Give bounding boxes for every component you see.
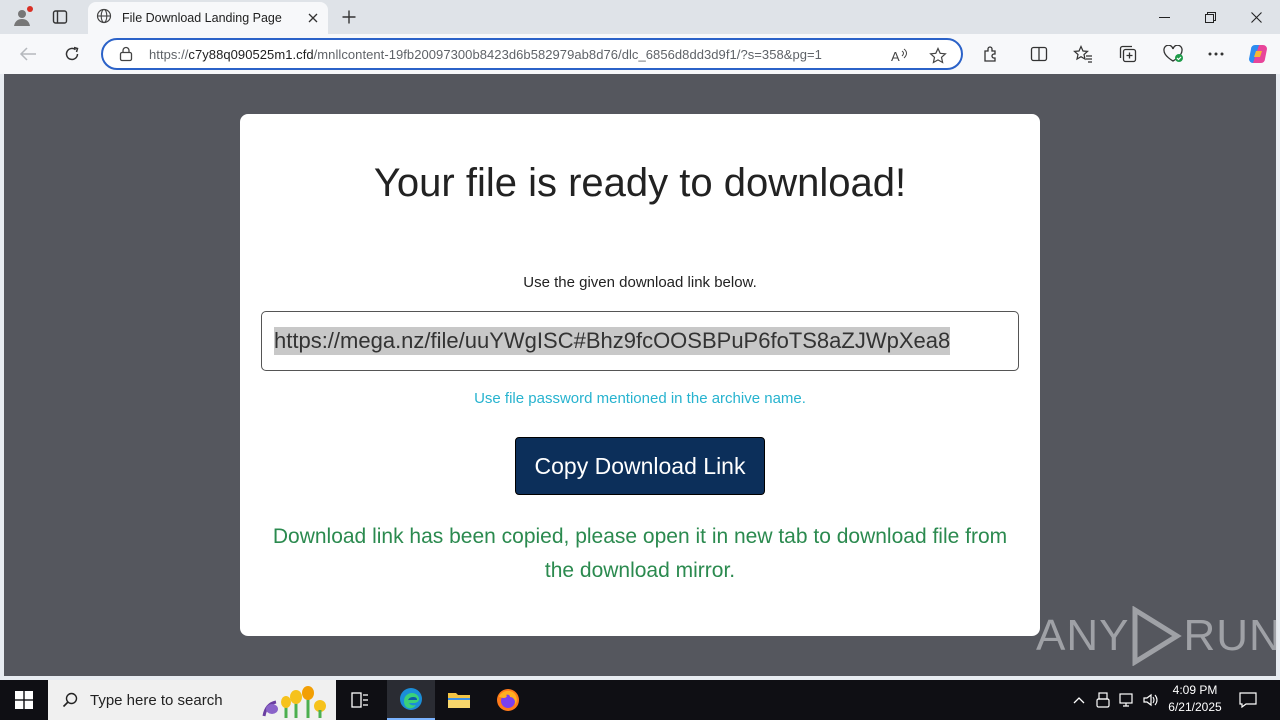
url-scheme: https:// [149,47,189,62]
active-tab[interactable]: File Download Landing Page [88,2,328,34]
copied-status-message: Download link has been copied, please op… [272,525,1008,582]
back-icon[interactable] [13,40,43,68]
page-title: Your file is ready to download! [373,161,907,205]
tab-actions-icon[interactable] [47,5,73,29]
globe-icon [96,8,112,29]
minimize-icon[interactable] [1141,0,1187,34]
firefox-icon[interactable] [484,680,532,720]
download-link-value[interactable]: https://mega.nz/file/uuYWgISC#Bhz9fcOOSB… [274,327,951,355]
split-screen-icon[interactable] [1024,40,1054,68]
task-view-icon[interactable] [336,680,384,720]
download-link-field[interactable]: https://mega.nz/file/uuYWgISC#Bhz9fcOOSB… [261,311,1019,371]
system-clock[interactable]: 4:09 PM 6/21/2025 [1160,682,1230,716]
device-icon[interactable] [1093,680,1113,720]
watermark-left-text: ANY [1036,611,1130,660]
restore-icon[interactable] [1187,0,1233,34]
browser-toolbar: https://c7y88q090525m1.cfd/mnllcontent-1… [0,34,1280,74]
tab-title: File Download Landing Page [122,11,282,25]
tab-strip: File Download Landing Page [0,0,1280,34]
page-viewport: Your file is ready to download! Use the … [4,74,1276,676]
copy-download-link-button[interactable]: Copy Download Link [515,437,765,495]
site-info-icon[interactable] [118,46,134,62]
clock-date: 6/21/2025 [1168,700,1222,714]
taskbar: Type here to search 4:09 PM 6/21/2025 [0,680,1280,720]
address-bar[interactable]: https://c7y88q090525m1.cfd/mnllcontent-1… [101,38,963,70]
windows-start-icon[interactable] [0,680,48,720]
password-hint: Use file password mentioned in the archi… [474,390,806,407]
url-host: c7y88q090525m1.cfd [188,47,314,62]
favorites-icon[interactable] [1068,40,1098,68]
edge-icon[interactable] [387,680,435,720]
file-explorer-icon[interactable] [435,680,483,720]
url-text[interactable]: https://c7y88q090525m1.cfd/mnllcontent-1… [149,47,822,62]
extensions-icon[interactable] [976,40,1006,68]
network-icon[interactable] [1116,680,1138,720]
url-path: /mnllcontent-19fb20097300b8423d6b582979a… [313,47,822,62]
anyrun-watermark: ANY RUN [1036,606,1280,666]
volume-icon[interactable] [1140,680,1162,720]
profile-icon[interactable] [9,5,35,29]
taskbar-search[interactable]: Type here to search [48,680,336,720]
show-hidden-icons[interactable] [1068,680,1090,720]
collections-icon[interactable] [1113,40,1143,68]
new-tab-icon[interactable] [336,5,362,29]
close-tab-icon[interactable] [302,7,324,29]
favorite-star-icon[interactable] [927,45,949,67]
read-aloud-icon[interactable]: A [888,45,910,67]
refresh-icon[interactable] [57,40,87,68]
play-logo-icon [1132,606,1183,666]
search-highlight-flowers-icon [256,684,334,720]
svg-text:A: A [891,49,900,64]
watermark-right-text: RUN [1183,611,1280,660]
close-window-icon[interactable] [1233,0,1279,34]
instruction-text: Use the given download link below. [523,274,757,291]
search-icon [62,692,78,708]
browser-essentials-icon[interactable] [1158,40,1188,68]
notification-dot [27,6,33,12]
copilot-icon[interactable] [1243,40,1273,68]
search-placeholder: Type here to search [90,691,223,709]
clock-time: 4:09 PM [1172,683,1218,697]
more-options-icon[interactable] [1201,40,1231,68]
download-card: Your file is ready to download! Use the … [240,114,1040,636]
notification-center-icon[interactable] [1234,680,1262,720]
